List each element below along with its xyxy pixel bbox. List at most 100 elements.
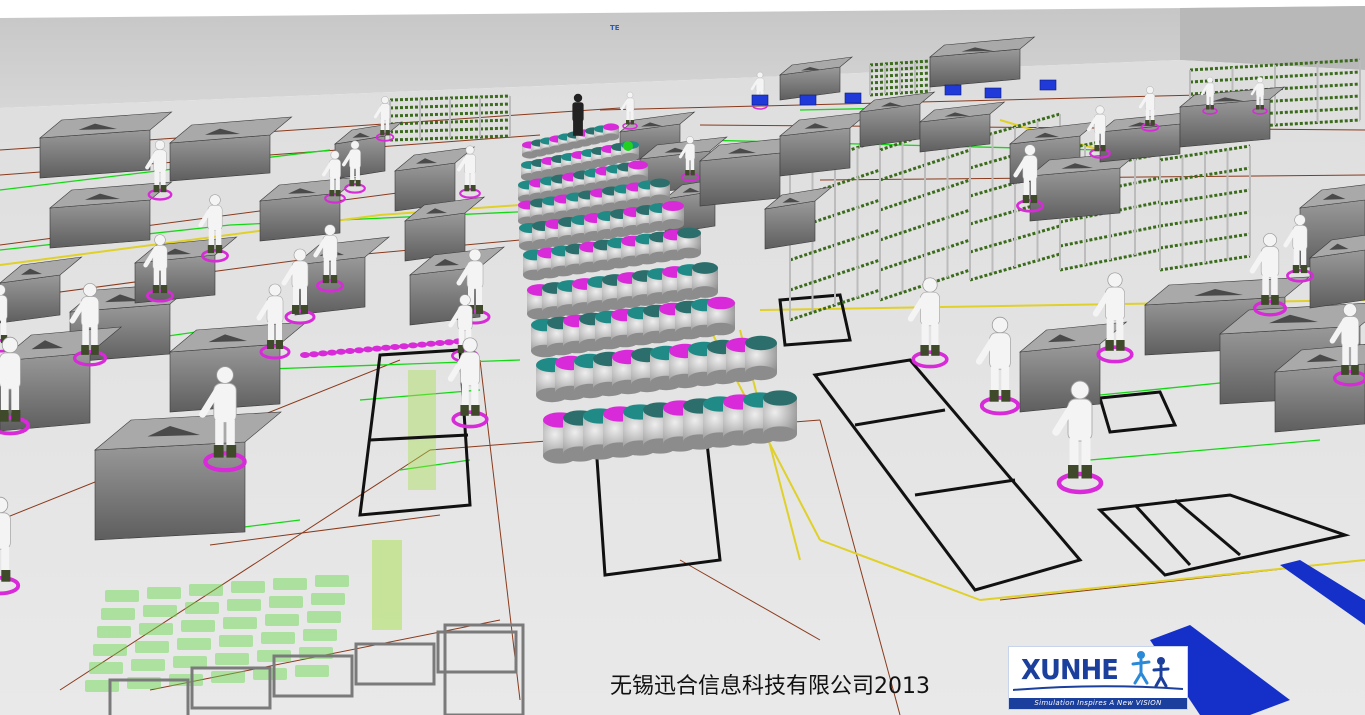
worker-head — [324, 224, 336, 236]
conveyor-item — [426, 340, 436, 347]
worker-leg — [1116, 318, 1124, 343]
worker-boot — [1030, 195, 1038, 204]
blue-bin — [844, 92, 862, 104]
worker-leg — [215, 419, 224, 448]
worker-head — [465, 145, 475, 155]
worker-leg — [276, 322, 282, 342]
worker-leg — [1106, 318, 1114, 343]
worker-boot — [1, 570, 11, 582]
worker-boot — [920, 345, 929, 356]
worker-boot — [1150, 120, 1155, 126]
worker-leg — [630, 111, 634, 121]
worker-boot — [355, 180, 361, 187]
worker-leg — [330, 177, 335, 192]
worker-leg — [330, 258, 337, 277]
worker-boot — [301, 305, 308, 314]
factory-3d-scene[interactable] — [0, 0, 1365, 715]
cylinder-top — [745, 335, 777, 351]
worker-leg — [1095, 132, 1100, 147]
status-light-icon — [623, 141, 633, 151]
worker-leg — [1206, 96, 1210, 106]
machine-body — [0, 274, 61, 324]
worker-leg — [1300, 248, 1307, 267]
cylinder — [692, 262, 718, 298]
floor-label-block — [143, 605, 177, 617]
worker-leg — [385, 119, 390, 132]
worker-boot — [1100, 145, 1106, 152]
worker-boot — [329, 190, 335, 197]
cylinder-bottom — [707, 322, 735, 336]
cylinder-top — [662, 201, 684, 211]
worker-leg — [160, 268, 167, 287]
floor-label-block — [177, 638, 211, 650]
worker-head — [756, 71, 764, 79]
floor-label-block — [139, 623, 173, 635]
worker-leg — [153, 268, 160, 287]
logo-tagline: Simulation Inspires A New VISION — [1009, 698, 1187, 709]
worker-head — [83, 283, 97, 297]
worker-boot — [1081, 465, 1092, 479]
floor-label-block — [295, 665, 329, 677]
worker-leg — [476, 287, 482, 307]
conveyor-item — [381, 344, 391, 351]
worker-leg — [1351, 345, 1358, 368]
worker-boot — [207, 245, 215, 254]
worker-head — [293, 248, 307, 262]
floor-label-block — [219, 635, 253, 647]
worker-leg — [1, 546, 10, 573]
worker-boot — [160, 285, 168, 294]
worker-boot — [1256, 105, 1260, 110]
floor-label-block — [105, 590, 139, 602]
worker-head — [216, 366, 234, 384]
worker-head — [1, 336, 19, 354]
worker-boot — [476, 305, 483, 314]
worker-boot — [1116, 340, 1125, 351]
worker-boot — [1145, 120, 1150, 126]
blue-bin — [751, 94, 769, 106]
worker-boot — [471, 405, 480, 416]
floor-label-block — [265, 614, 299, 626]
worker-leg — [1001, 366, 1010, 393]
worker-boot — [292, 305, 299, 314]
cylinder-bottom — [745, 365, 777, 381]
floor-label-block — [189, 584, 223, 596]
conveyor-item — [435, 340, 445, 346]
cylinder — [763, 390, 797, 442]
worker-leg — [0, 318, 7, 337]
machine-body — [1309, 249, 1365, 309]
worker-leg — [921, 323, 929, 348]
worker-leg — [355, 167, 360, 182]
conveyor-item — [417, 341, 427, 348]
blue-bin — [799, 94, 817, 106]
floor-label-block — [261, 632, 295, 644]
worker-leg — [685, 159, 690, 172]
worker-boot — [276, 340, 283, 349]
worker-leg — [1262, 275, 1269, 298]
worker-head — [1343, 303, 1357, 317]
worker-leg — [380, 119, 385, 132]
worker-boot — [1260, 105, 1264, 110]
worker-body — [0, 295, 8, 321]
conveyor-item — [309, 351, 319, 358]
cylinder-bottom — [677, 247, 701, 259]
floor-label-block — [85, 680, 119, 692]
cylinder — [662, 201, 684, 229]
floor-label-block — [231, 581, 265, 593]
worker-boot — [1300, 265, 1308, 274]
logo-swoosh — [1013, 685, 1183, 691]
conveyor-item — [363, 346, 373, 353]
floor-label-block — [408, 370, 436, 490]
worker-boot — [1001, 390, 1011, 402]
simulation-viewport[interactable]: TE — [0, 0, 1365, 715]
worker-leg — [82, 325, 89, 348]
worker-leg — [690, 159, 695, 172]
supervisor-body — [572, 102, 584, 122]
floor-label-block — [269, 596, 303, 608]
worker-boot — [322, 275, 330, 284]
cylinder — [677, 227, 701, 259]
logo-people-icon — [1131, 651, 1170, 688]
worker-head — [1263, 233, 1277, 247]
worker-boot — [330, 275, 338, 284]
worker-leg — [626, 111, 630, 121]
worker-head — [350, 140, 360, 150]
